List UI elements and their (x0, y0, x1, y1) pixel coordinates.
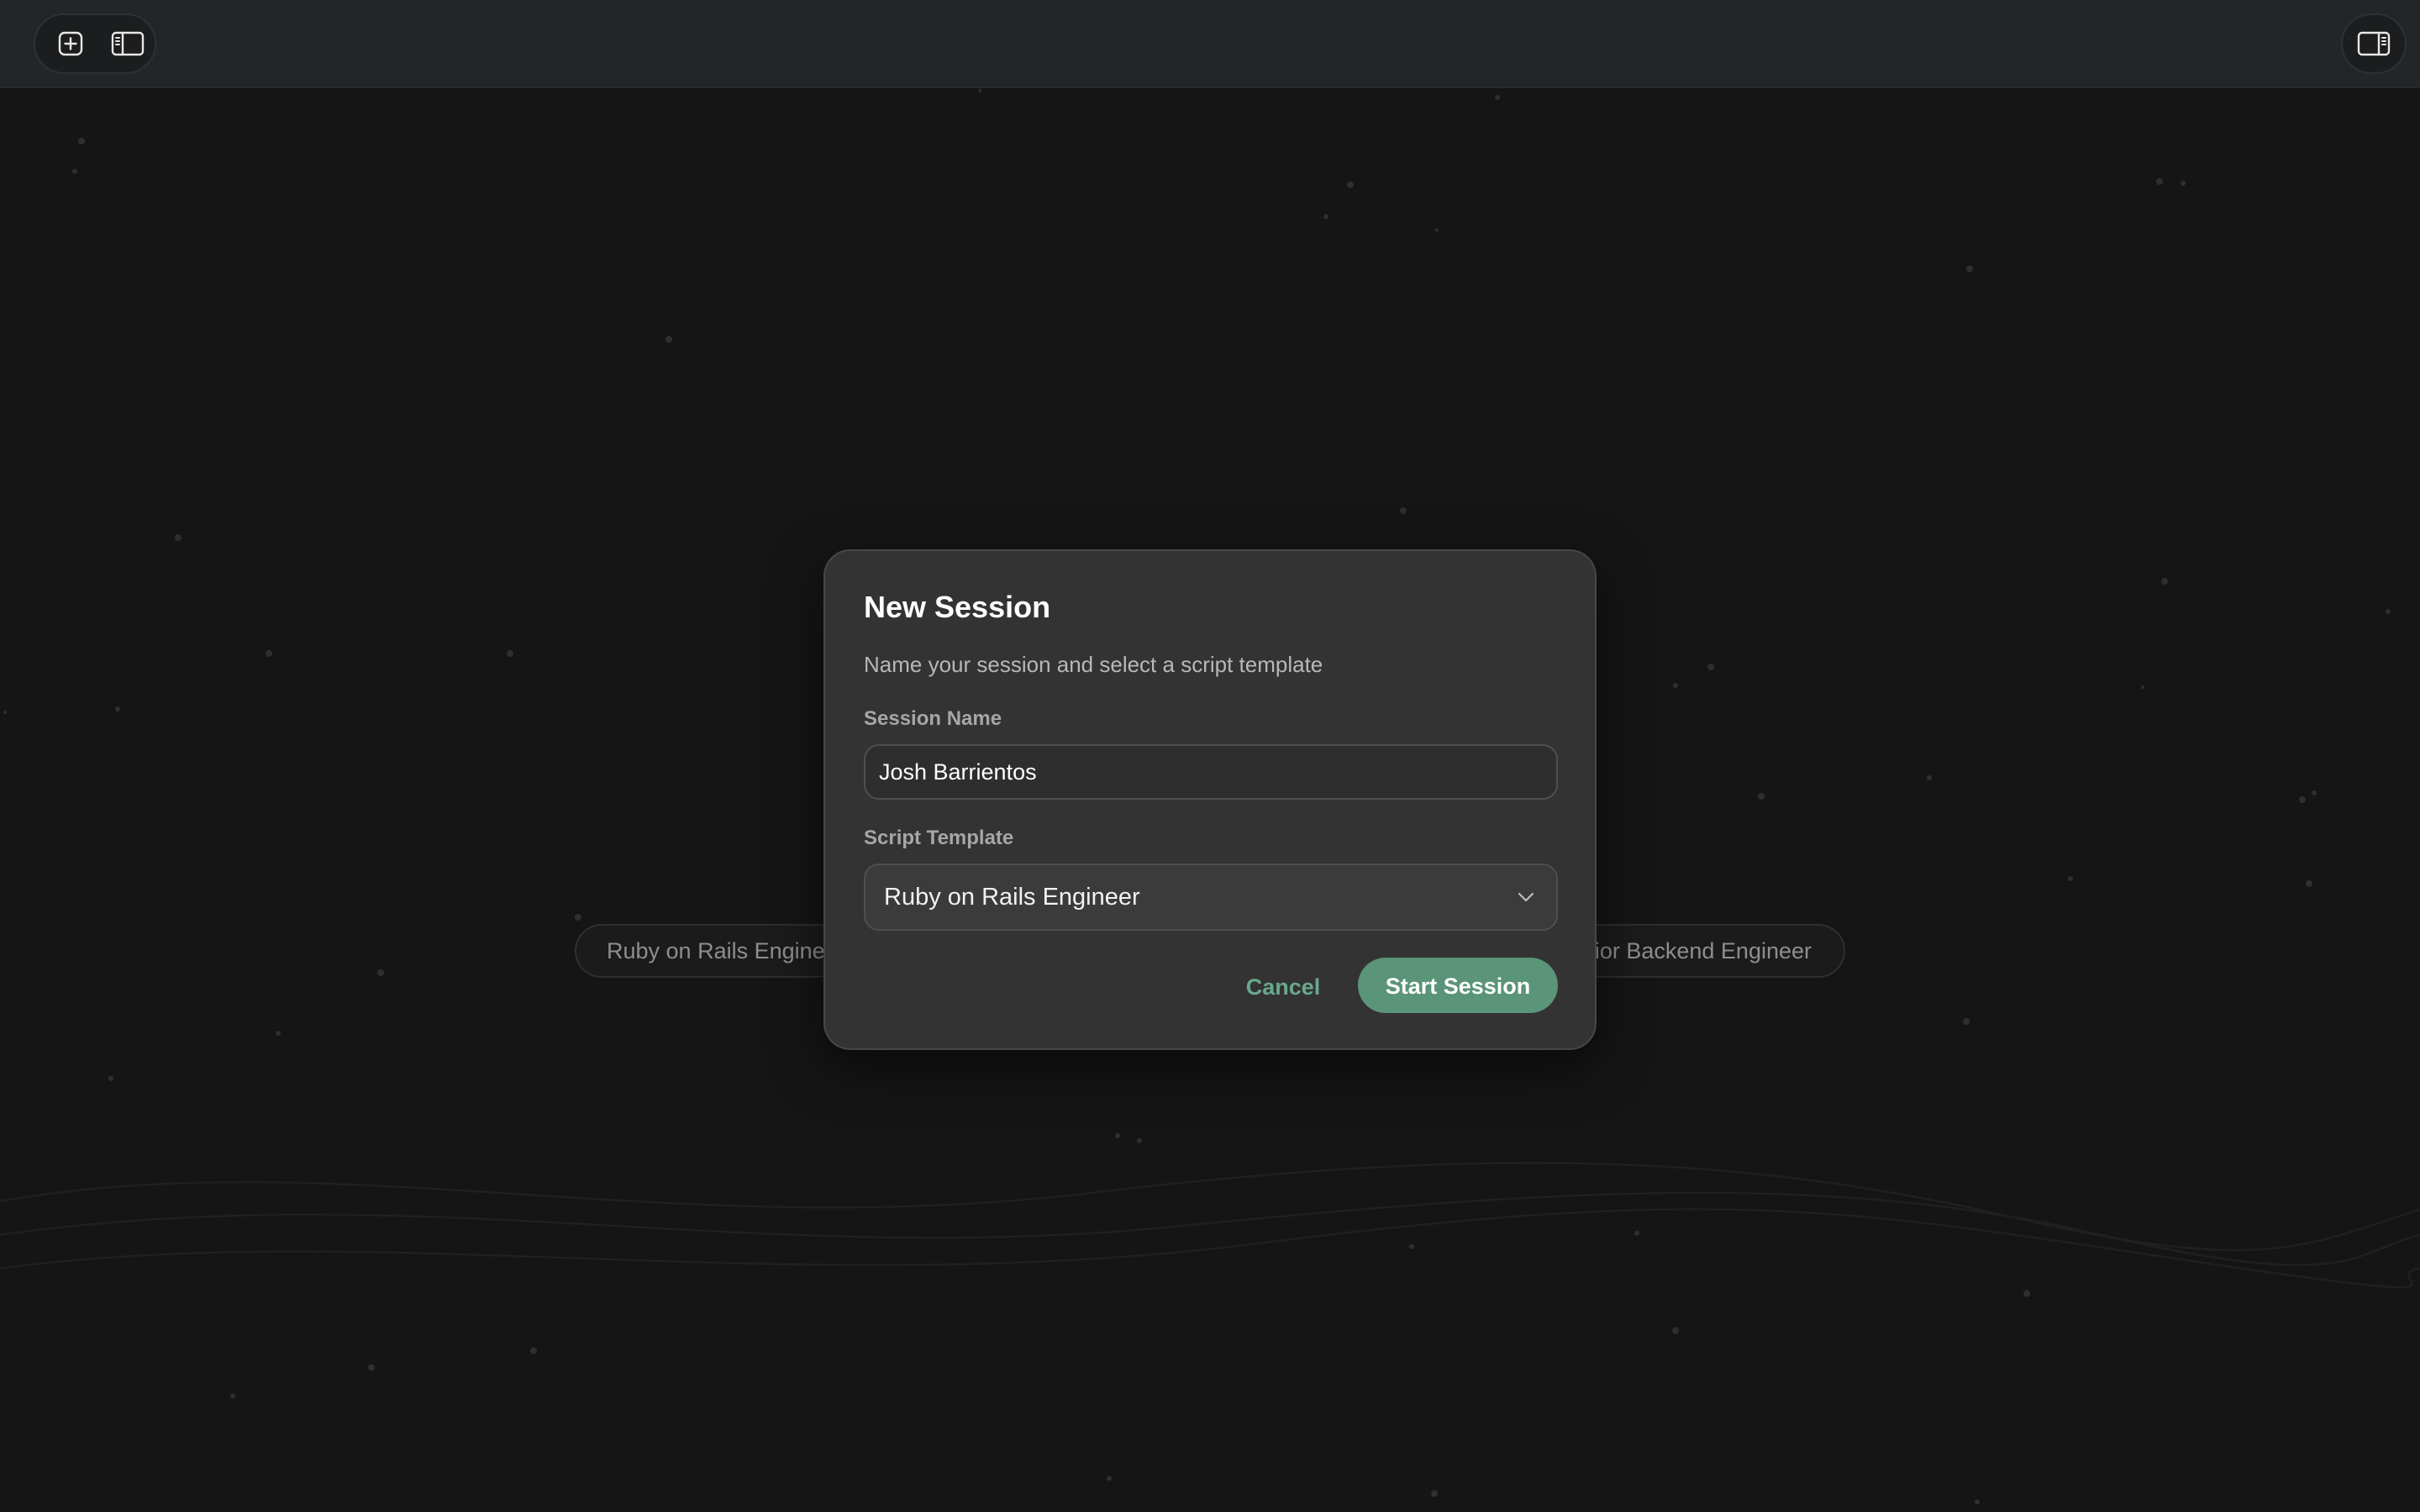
template-chip-left-label: Ruby on Rails Engineer (607, 938, 844, 963)
start-session-button[interactable]: Start Session (1358, 958, 1558, 1013)
dialog-subtitle: Name your session and select a script te… (864, 652, 1323, 677)
toolbar-right-group (2341, 13, 2407, 74)
wave-lines-background (0, 1162, 2420, 1289)
script-template-select[interactable]: Ruby on Rails Engineer (864, 864, 1558, 931)
sidebar-right-icon (2357, 31, 2391, 56)
script-template-value: Ruby on Rails Engineer (884, 883, 1140, 911)
session-name-input[interactable] (864, 744, 1558, 800)
template-chip-left[interactable]: Ruby on Rails Engineer (575, 924, 844, 978)
app-window: Ruby on Rails Engineer Senior Backend En… (0, 0, 2420, 1512)
session-name-label: Session Name (864, 707, 1002, 730)
new-session-dialog: New Session Name your session and select… (823, 549, 1597, 1050)
chevron-down-icon (1518, 892, 1534, 902)
cancel-button[interactable]: Cancel (1220, 959, 1346, 1013)
toggle-right-sidebar-button[interactable] (2350, 20, 2397, 67)
dialog-title: New Session (864, 590, 1051, 624)
script-template-label: Script Template (864, 827, 1014, 849)
sidebar-left-icon (111, 31, 145, 56)
toolbar-left-group (34, 13, 156, 74)
top-toolbar (0, 0, 2420, 88)
new-session-button[interactable] (47, 20, 94, 67)
plus-square-icon (58, 31, 83, 56)
toggle-left-sidebar-button[interactable] (104, 20, 151, 67)
